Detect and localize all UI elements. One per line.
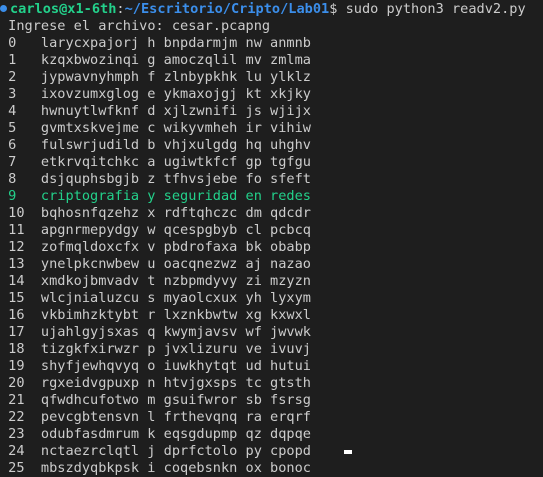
output-row: 1 kzqxbwozinqi g amoczqlil mv zmlma [0,52,543,69]
output-row: 6 fulswrjudild b vhjxulgdg hq uhghv [0,137,543,154]
row-index: 18 [8,341,25,357]
row-text: gvmtxskvejme c wikyvmheh ir vihiw [32,120,311,136]
row-index: 24 [8,443,25,459]
row-index: 20 [8,375,25,391]
output-row: 11 apgnrmepydgy w qcespgbyb cl pcbcq [0,222,543,239]
row-text: fulswrjudild b vhjxulgdg hq uhghv [32,137,311,153]
prompt-line: carlos@x1-6th:~/Escritorio/Cripto/Lab01$… [0,1,543,18]
terminal-cursor [344,450,352,454]
row-text: dsjquphsbgjb z tfhvsjebe fo sfeft [32,171,311,187]
output-row: 22 pevcgbtensvn l frthevqnq ra erqrf [0,409,543,426]
row-index: 13 [8,256,25,272]
output-row: 20 rgxeidvgpuxp n htvjgxsps tc gtsth [0,375,543,392]
row-index: 3 [8,86,17,102]
row-text: tizgkfxirwzr p jvxlizuru ve ivuvj [32,341,311,357]
command-text: sudo python3 readv2.py [337,1,526,17]
row-index: 16 [8,307,25,323]
row-index: 6 [8,137,17,153]
output-row: 0 larycxpajorj h bnpdarmjm nw anmnb [0,35,543,52]
row-index: 12 [8,239,25,255]
row-index: 2 [8,69,17,85]
row-text: qfwdhcufotwo m gsuifwror sb fsrsg [32,392,311,408]
row-text: pevcgbtensvn l frthevqnq ra erqrf [32,409,311,425]
row-index: 4 [8,103,17,119]
row-text: rgxeidvgpuxp n htvjgxsps tc gtsth [32,375,311,391]
row-text: hwnuytlwfknf d xjlzwnifi js wjijx [32,103,311,119]
row-index: 17 [8,324,25,340]
row-text: apgnrmepydgy w qcespgbyb cl pcbcq [32,222,311,238]
output-row: 8 dsjquphsbgjb z tfhvsjebe fo sfeft [0,171,543,188]
output-row: 24 nctaezrclqtl j dprfctolo py cpopd [0,443,543,460]
row-index: 10 [8,205,25,221]
output-row: 4 hwnuytlwfknf d xjlzwnifi js wjijx [0,103,543,120]
row-text: jypwavnyhmph f zlnbypkhk lu ylklz [32,69,311,85]
row-text: etkrvqitchkc a ugiwtkfcf gp tgfgu [32,154,311,170]
row-index: 5 [8,120,17,136]
output-row: 9 criptografia y seguridad en redes [0,188,543,205]
row-text: zofmqldoxcfx v pbdrofaxa bk obabp [32,239,311,255]
output-row: 17 ujahlgyjsxas q kwymjavsv wf jwvwk [0,324,543,341]
row-text: wlcjnialuzcu s myaolcxux yh lyxym [32,290,311,306]
output-row: 18 tizgkfxirwzr p jvxlizuru ve ivuvj [0,341,543,358]
row-index: 21 [8,392,25,408]
output-row: 12 zofmqldoxcfx v pbdrofaxa bk obabp [0,239,543,256]
output-row: 2 jypwavnyhmph f zlnbypkhk lu ylklz [0,69,543,86]
output-row: 14 xmdkojbmvadv t nzbpmdyvy zi mzyzn [0,273,543,290]
row-index: 9 [8,188,17,204]
row-text: vkbimhzktybt r lxznkbwtw xg kxwxl [32,307,311,323]
row-text: kzqxbwozinqi g amoczqlil mv zmlma [32,52,311,68]
output-row: 10 bqhosnfqzehz x rdftqhczc dm qdcdr [0,205,543,222]
prompt-separator: : [116,1,125,17]
output-row: 7 etkrvqitchkc a ugiwtkfcf gp tgfgu [0,154,543,171]
row-text: ynelpkcnwbew u oacqnezwz aj nazao [32,256,311,272]
row-text: larycxpajorj h bnpdarmjm nw anmnb [32,35,311,51]
output-row: 13 ynelpkcnwbew u oacqnezwz aj nazao [0,256,543,273]
row-text: bqhosnfqzehz x rdftqhczc dm qdcdr [32,205,311,221]
output-row: 23 odubfasdmrum k eqsgdupmp qz dqpqe [0,426,543,443]
row-index: 15 [8,290,25,306]
prompt-bullet-icon [0,4,7,12]
row-index: 7 [8,154,17,170]
output-row: 5 gvmtxskvejme c wikyvmheh ir vihiw [0,120,543,137]
row-index: 11 [8,222,25,238]
output-row: 3 ixovzumxglog e ykmaxojgj kt xkjky [0,86,543,103]
row-text: odubfasdmrum k eqsgdupmp qz dqpqe [32,426,311,442]
input-prompt-line: Ingrese el archivo: cesar.pcapng [0,18,271,34]
row-text: xmdkojbmvadv t nzbpmdyvy zi mzyzn [32,273,311,289]
prompt-user-host: carlos@x1-6th [10,1,117,17]
row-index: 14 [8,273,25,289]
row-index: 25 [8,460,25,476]
row-text: shyfjewhqvyq o iuwkhytqt ud hutui [32,358,311,374]
row-text: criptografia y seguridad en redes [32,188,311,204]
terminal-window[interactable]: carlos@x1-6th:~/Escritorio/Cripto/Lab01$… [0,0,543,476]
row-text: mbszdyqbkpsk i coqebsnkn ox bonoc [32,460,311,476]
row-index: 0 [8,35,17,51]
output-row: 15 wlcjnialuzcu s myaolcxux yh lyxym [0,290,543,307]
row-index: 23 [8,426,25,442]
row-text: ixovzumxglog e ykmaxojgj kt xkjky [32,86,311,102]
prompt-path: ~/Escritorio/Cripto/Lab01 [124,1,330,17]
row-text: ujahlgyjsxas q kwymjavsv wf jwvwk [32,324,311,340]
output-row: 16 vkbimhzktybt r lxznkbwtw xg kxwxl [0,307,543,324]
row-index: 8 [8,171,17,187]
row-index: 19 [8,358,25,374]
output-row: 25 mbszdyqbkpsk i coqebsnkn ox bonoc [0,460,543,477]
row-text: nctaezrclqtl j dprfctolo py cpopd [32,443,311,459]
output-rows: 0 larycxpajorj h bnpdarmjm nw anmnb 1 kzq… [0,35,543,477]
row-index: 1 [8,52,17,68]
output-row: 19 shyfjewhqvyq o iuwkhytqt ud hutui [0,358,543,375]
row-index: 22 [8,409,25,425]
output-row: 21 qfwdhcufotwo m gsuifwror sb fsrsg [0,392,543,409]
